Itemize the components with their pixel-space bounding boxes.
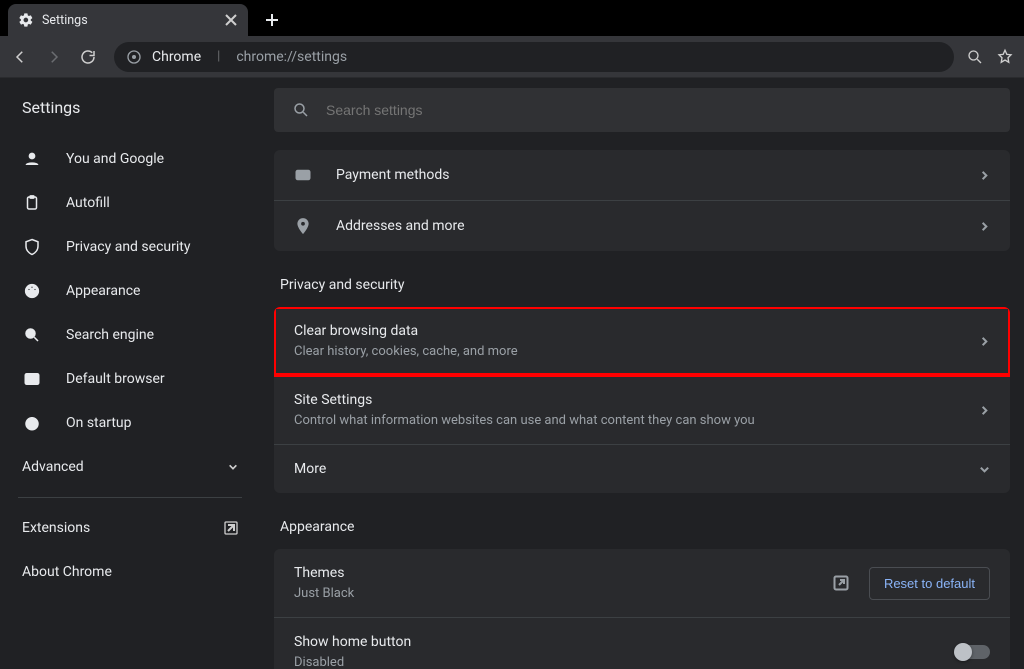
sidebar-item-privacy-and-security[interactable]: Privacy and security: [0, 225, 260, 269]
chevron-down-icon: [228, 462, 238, 472]
sidebar-item-default-browser[interactable]: Default browser: [0, 357, 260, 401]
sidebar-item-label: Autofill: [66, 195, 110, 211]
chevron-right-icon: [979, 336, 990, 347]
chrome-product-icon: [126, 49, 142, 65]
browser-toolbar: Chrome | chrome://settings: [0, 36, 1024, 78]
sidebar-advanced-toggle[interactable]: Advanced: [0, 445, 260, 489]
row-site-settings[interactable]: Site Settings Control what information w…: [274, 375, 1010, 444]
row-subtitle: Clear history, cookies, cache, and more: [294, 341, 518, 359]
credit-card-icon: [294, 166, 312, 184]
chevron-right-icon: [979, 405, 990, 416]
sidebar-title: Settings: [0, 92, 260, 137]
person-icon: [22, 149, 42, 169]
row-title: Addresses and more: [336, 218, 465, 234]
sidebar-item-label: Privacy and security: [66, 239, 190, 255]
row-clear-browsing-data[interactable]: Clear browsing data Clear history, cooki…: [274, 307, 1010, 375]
settings-search[interactable]: [274, 88, 1010, 132]
chevron-down-icon: [979, 464, 990, 475]
sidebar-item-label: Default browser: [66, 371, 165, 387]
omnibox-product: Chrome: [152, 49, 201, 65]
row-title: More: [294, 461, 326, 477]
row-addresses-and-more[interactable]: Addresses and more: [274, 200, 1010, 251]
sidebar-extensions-label: Extensions: [22, 520, 90, 536]
reload-button[interactable]: [74, 43, 102, 71]
chevron-right-icon: [979, 170, 990, 181]
tab-settings[interactable]: Settings: [8, 4, 248, 36]
sidebar-item-you-and-google[interactable]: You and Google: [0, 137, 260, 181]
sidebar-item-autofill[interactable]: Autofill: [0, 181, 260, 225]
settings-search-input[interactable]: [326, 102, 992, 118]
row-title: Show home button: [294, 634, 411, 650]
toggle-show-home-button[interactable]: [956, 645, 990, 659]
row-title: Themes: [294, 565, 354, 581]
row-show-home-button[interactable]: Show home button Disabled: [274, 617, 1010, 669]
row-subtitle: Just Black: [294, 583, 354, 601]
search-icon: [22, 325, 42, 345]
new-tab-button[interactable]: [258, 6, 286, 34]
forward-button[interactable]: [40, 43, 68, 71]
row-privacy-more[interactable]: More: [274, 444, 1010, 493]
card-appearance: Themes Just Black Reset to default Show …: [274, 549, 1010, 669]
clipboard-icon: [22, 193, 42, 213]
card-autofill: Payment methods Addresses and more: [274, 150, 1010, 251]
open-external-icon: [224, 521, 238, 535]
search-icon: [292, 101, 310, 119]
card-privacy-and-security: Clear browsing data Clear history, cooki…: [274, 307, 1010, 493]
chevron-right-icon: [979, 221, 990, 232]
divider: [18, 497, 242, 498]
sidebar-item-label: Appearance: [66, 283, 140, 299]
sidebar-about-label: About Chrome: [22, 564, 112, 580]
sidebar-item-label: Search engine: [66, 327, 154, 343]
sidebar-item-label: You and Google: [66, 151, 164, 167]
sidebar-advanced-label: Advanced: [22, 459, 84, 475]
row-subtitle: Disabled: [294, 652, 411, 669]
section-header-appearance: Appearance: [280, 519, 1006, 535]
sidebar-extensions-link[interactable]: Extensions: [0, 506, 260, 550]
settings-content: Payment methods Addresses and more Priva…: [260, 78, 1024, 669]
palette-icon: [22, 281, 42, 301]
tab-title: Settings: [42, 13, 216, 28]
section-header-privacy: Privacy and security: [280, 277, 1006, 293]
row-title: Payment methods: [336, 167, 449, 183]
sidebar-item-label: On startup: [66, 415, 132, 431]
power-icon: [22, 413, 42, 433]
location-pin-icon: [294, 217, 312, 235]
row-title: Site Settings: [294, 392, 755, 408]
omnibox[interactable]: Chrome | chrome://settings: [114, 42, 954, 72]
reset-to-default-button[interactable]: Reset to default: [869, 567, 990, 600]
tab-strip: Settings: [0, 0, 1024, 36]
bookmark-star-icon[interactable]: [996, 48, 1014, 66]
shield-icon: [22, 237, 42, 257]
sidebar-item-search-engine[interactable]: Search engine: [0, 313, 260, 357]
omnibox-separator: |: [217, 49, 220, 64]
zoom-icon[interactable]: [966, 48, 984, 66]
sidebar-item-appearance[interactable]: Appearance: [0, 269, 260, 313]
row-themes[interactable]: Themes Just Black Reset to default: [274, 549, 1010, 617]
sidebar-about-link[interactable]: About Chrome: [0, 550, 260, 594]
row-payment-methods[interactable]: Payment methods: [274, 150, 1010, 200]
omnibox-url: chrome://settings: [236, 49, 347, 65]
settings-sidebar: Settings You and Google Autofill Privacy…: [0, 78, 260, 669]
gear-icon: [18, 12, 34, 28]
row-subtitle: Control what information websites can us…: [294, 410, 755, 428]
row-title: Clear browsing data: [294, 323, 518, 339]
close-icon[interactable]: [224, 13, 238, 27]
back-button[interactable]: [6, 43, 34, 71]
open-external-icon[interactable]: [833, 575, 849, 591]
browser-icon: [22, 369, 42, 389]
sidebar-item-on-startup[interactable]: On startup: [0, 401, 260, 445]
